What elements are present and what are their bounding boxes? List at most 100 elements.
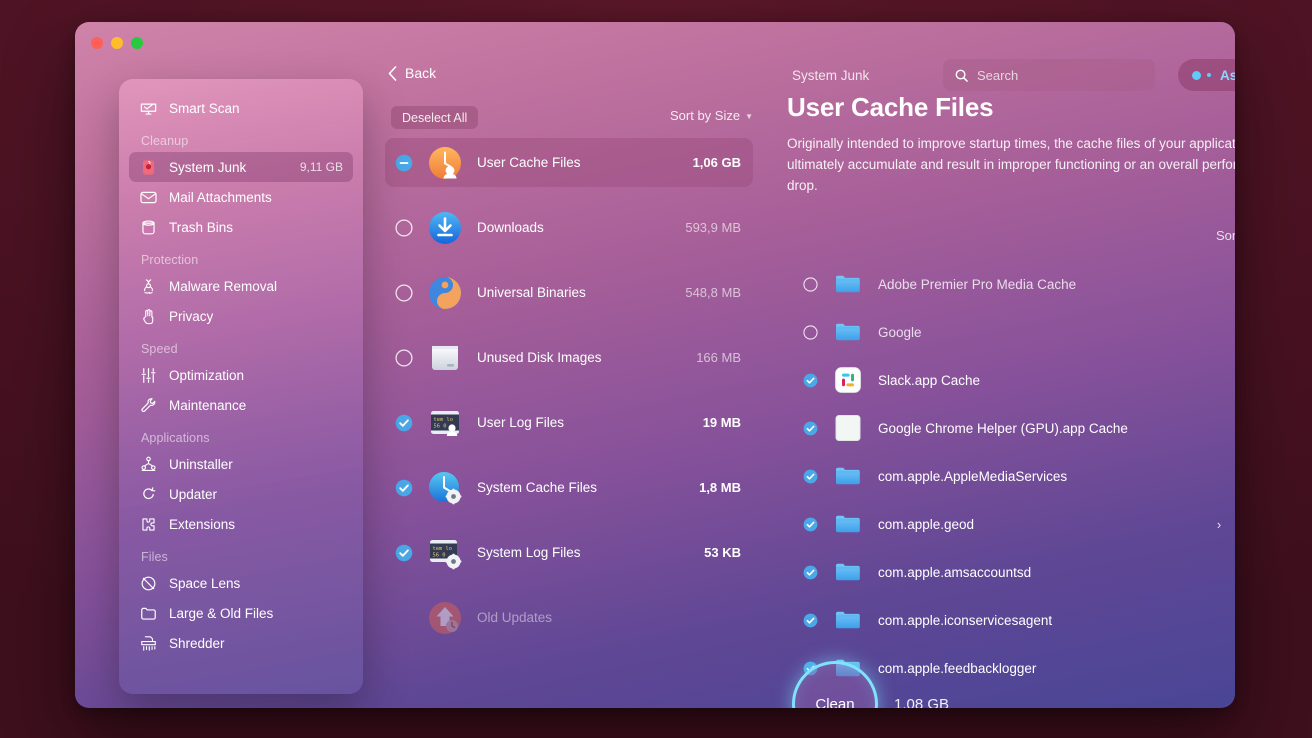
file-checkbox[interactable] (803, 421, 818, 436)
file-size: 717 MB (1231, 373, 1235, 388)
sidebar-item-uninstaller[interactable]: Uninstaller (129, 449, 353, 479)
clean-button[interactable]: Clean (792, 661, 878, 708)
sidebar-item-malware-removal[interactable]: Malware Removal (129, 271, 353, 301)
deselect-all-button[interactable]: Deselect All (391, 106, 479, 129)
junk-category-row[interactable]: Unused Disk Images 166 MB (385, 333, 753, 382)
junk-category-name: User Log Files (477, 415, 565, 430)
sidebar-item-system-junk[interactable]: System Junk 9,11 GB (129, 152, 353, 182)
junk-category-row[interactable]: Downloads 593,9 MB (385, 203, 753, 252)
sidebar-item-maintenance[interactable]: Maintenance (129, 390, 353, 420)
sidebar-item-label: Large & Old Files (169, 605, 274, 621)
sidebar-item-privacy[interactable]: Privacy (129, 301, 353, 331)
sidebar-item-extensions[interactable]: Extensions (129, 509, 353, 539)
sidebar-item-smart-scan[interactable]: Smart Scan (129, 93, 353, 123)
file-name: Google Chrome Helper (GPU).app Cache (878, 420, 1128, 436)
sidebar-item-label: Optimization (169, 367, 245, 383)
file-row[interactable]: Google 2,32 GB (803, 308, 1235, 356)
chevron-left-icon (388, 65, 397, 81)
disk-image-icon (427, 340, 463, 376)
row-checkbox[interactable] (395, 283, 413, 302)
row-checkbox[interactable] (395, 414, 413, 432)
file-size: 1,1 MB (1231, 565, 1235, 580)
sidebar-item-label: Malware Removal (169, 278, 278, 294)
junk-category-row[interactable]: Old Updates (385, 593, 753, 642)
sidebar-item-optimization[interactable]: Optimization (129, 360, 353, 390)
file-checkbox[interactable] (803, 373, 818, 388)
junk-category-row[interactable]: System Cache Files 1,8 MB (385, 463, 753, 512)
system-junk-icon (139, 158, 158, 177)
folder-blue-icon (834, 318, 862, 346)
slack-app-icon (834, 366, 862, 394)
row-checkbox[interactable] (395, 479, 413, 497)
chevron-right-icon[interactable]: › (1211, 517, 1227, 532)
downloads-icon (427, 210, 463, 246)
file-size: 319,6 MB (1231, 421, 1235, 436)
search-icon (955, 69, 968, 82)
file-checkbox[interactable] (803, 565, 818, 580)
file-row[interactable]: Google Chrome Helper (GPU).app Cache 319,… (803, 404, 1235, 452)
sidebar-item-space-lens[interactable]: Space Lens (129, 568, 353, 598)
sidebar-item-shredder[interactable]: Shredder (129, 628, 353, 658)
search-input[interactable]: Search (943, 59, 1155, 91)
sidebar-group-label: Files (141, 550, 168, 564)
close-button[interactable] (91, 37, 103, 49)
search-placeholder: Search (977, 67, 1019, 83)
file-checkbox[interactable] (803, 613, 818, 628)
file-size: 4,4 GB (1231, 277, 1235, 292)
sidebar-item-label: Extensions (169, 516, 236, 532)
file-row[interactable]: Adobe Premier Pro Media Cache 4,4 GB (803, 260, 1235, 308)
middle-sort-dropdown[interactable]: Sort by Size ▼ (670, 108, 753, 123)
junk-category-row[interactable]: tem lo 56 0 User Log Files 19 MB (385, 398, 753, 447)
back-button[interactable]: Back (388, 65, 436, 81)
junk-category-row[interactable]: Universal Binaries 548,8 MB (385, 268, 753, 317)
detail-sort-dropdown[interactable]: Sort by Size ▼ (1216, 228, 1235, 243)
sidebar-item-updater[interactable]: Updater (129, 479, 353, 509)
minimize-button[interactable] (111, 37, 123, 49)
sidebar-item-label: Trash Bins (169, 219, 234, 235)
mail-icon (139, 188, 158, 207)
file-row[interactable]: com.apple.geod › 1,2 MB (803, 500, 1235, 548)
row-checkbox[interactable] (395, 544, 413, 562)
middle-sort-label: Sort by Size (669, 108, 741, 123)
clean-action-bar: Clean 1,08 GB (792, 661, 949, 708)
file-size: 1,2 MB (1231, 517, 1235, 532)
row-checkbox[interactable] (395, 348, 413, 367)
extensions-icon (139, 515, 158, 534)
sidebar-group-label: Cleanup (141, 134, 189, 148)
file-checkbox[interactable] (803, 517, 818, 532)
sidebar: Smart Scan Cleanup System Junk 9,11 GB Mail … (119, 79, 363, 694)
svg-text:tem lo: tem lo (434, 417, 453, 423)
file-checkbox[interactable] (803, 469, 818, 484)
assistant-dot-small-icon (1207, 73, 1211, 77)
file-checkbox[interactable] (803, 276, 818, 292)
file-row[interactable]: com.apple.iconservicesagent 324 KB (803, 596, 1235, 644)
row-checkbox[interactable] (395, 218, 413, 237)
detail-description: Originally intended to improve startup t… (787, 136, 1235, 193)
trash-icon (139, 218, 158, 237)
sidebar-item-trash-bins[interactable]: Trash Bins (129, 212, 353, 242)
row-checkbox[interactable] (395, 609, 413, 627)
file-row[interactable]: com.apple.AppleMediaServices 15,6 MB (803, 452, 1235, 500)
sidebar-item-label: Shredder (169, 635, 225, 651)
app-window: Back System Junk Search Assistant Desele… (75, 22, 1235, 708)
junk-category-row[interactable]: User Cache Files 1,06 GB (385, 138, 753, 187)
sidebar-item-large-old-files[interactable]: Large & Old Files (129, 598, 353, 628)
junk-category-row[interactable]: tem lo 56 0 System Log Files 53 KB (385, 528, 753, 577)
folder-blue-icon (834, 510, 862, 538)
file-row[interactable]: Slack.app Cache 717 MB (803, 356, 1235, 404)
row-checkbox[interactable] (395, 154, 413, 172)
junk-category-name: System Cache Files (477, 480, 598, 495)
sidebar-item-mail-attachments[interactable]: Mail Attachments (129, 182, 353, 212)
junk-category-size: 593,9 MB (685, 220, 741, 235)
file-checkbox[interactable] (803, 324, 818, 340)
sidebar-item-size: 9,11 GB (299, 160, 343, 174)
folder-blue-icon (834, 270, 862, 298)
junk-category-name: System Log Files (477, 545, 581, 560)
sidebar-group-label: Applications (141, 431, 210, 445)
zoom-button[interactable] (131, 37, 143, 49)
sidebar-group-label: Speed (141, 342, 178, 356)
file-row[interactable]: com.apple.amsaccountsd 1,1 MB (803, 548, 1235, 596)
assistant-button[interactable]: Assistant (1178, 59, 1235, 91)
junk-category-name: User Cache Files (477, 155, 581, 170)
shredder-icon (139, 634, 158, 653)
